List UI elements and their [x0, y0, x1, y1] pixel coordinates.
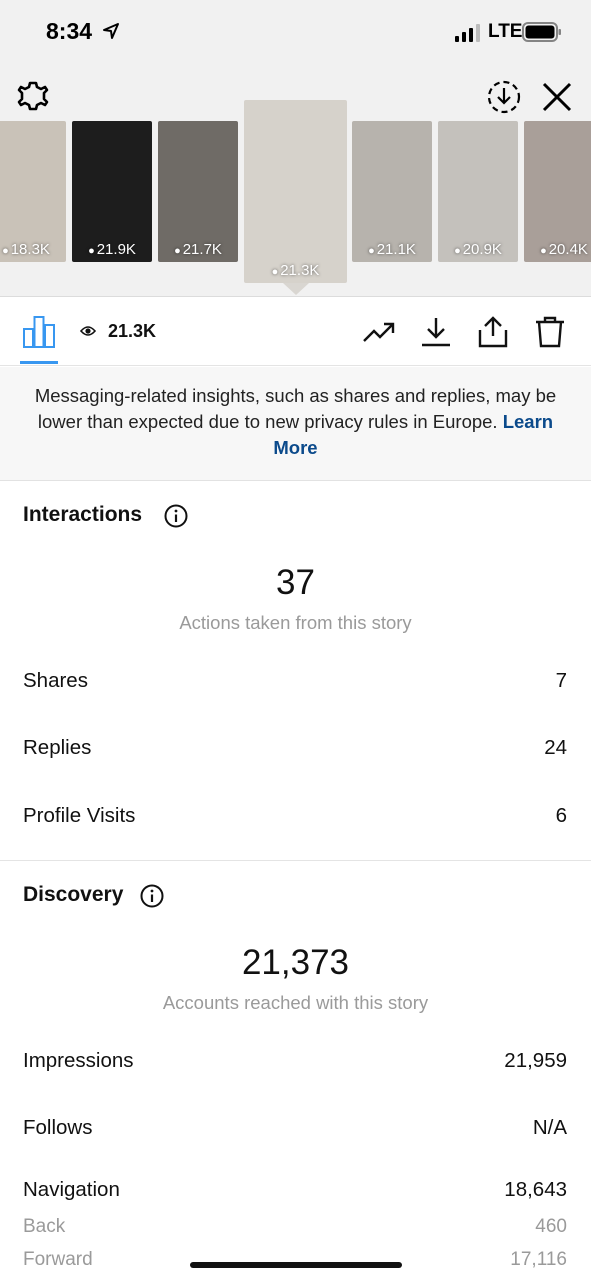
discovery-title: Discovery	[23, 883, 124, 906]
story-thumbnail-selected[interactable]: ● 21.3K	[244, 100, 347, 283]
story-views: 21.1K	[376, 241, 416, 258]
status-time: 8:34	[46, 18, 93, 44]
story-thumbnail[interactable]: ● 21.1K	[352, 121, 432, 262]
story-thumbnail[interactable]: ● 20.9K	[438, 121, 518, 262]
story-header-area: 8:34 LTE ● 18.3K ● 21.9K ● 21.7K ● 21.3K…	[0, 0, 591, 296]
metric-label-profile-visits: Profile Visits	[23, 804, 136, 827]
status-bar: 8:34 LTE	[0, 0, 591, 64]
accounts-reached-total: 21,373	[241, 943, 350, 982]
home-indicator[interactable]	[190, 1262, 402, 1268]
accounts-reached-caption: Accounts reached with this story	[162, 992, 429, 1013]
views-count: 21.3K	[108, 321, 157, 341]
story-toolbar: 21.3K	[0, 296, 591, 366]
network-type: LTE	[488, 21, 523, 42]
metric-value-navigation: 18,643	[504, 1178, 567, 1201]
interactions-total: 37	[276, 563, 315, 602]
story-views: 21.7K	[182, 241, 222, 258]
location-arrow-icon	[103, 23, 119, 39]
story-thumbnail[interactable]: ● 20.4K	[524, 121, 591, 262]
metric-value-back: 460	[535, 1216, 567, 1237]
info-icon[interactable]	[164, 504, 188, 528]
metric-label-back: Back	[23, 1216, 66, 1237]
story-thumbnail[interactable]: ● 21.9K	[72, 121, 152, 262]
eye-icon	[80, 326, 96, 336]
metric-label-shares: Shares	[23, 669, 88, 692]
story-views: 20.9K	[462, 241, 502, 258]
metric-value-replies: 24	[544, 736, 567, 759]
save-story-icon[interactable]	[485, 78, 523, 116]
section-divider	[0, 860, 591, 861]
metric-label-impressions: Impressions	[23, 1049, 134, 1072]
privacy-notice: Messaging-related insights, such as shar…	[0, 367, 591, 481]
active-tab-indicator	[20, 361, 58, 364]
story-thumbnail[interactable]: ● 21.7K	[158, 121, 238, 262]
close-icon[interactable]	[540, 80, 574, 114]
metric-label-follows: Follows	[23, 1116, 93, 1139]
interactions-title: Interactions	[23, 503, 143, 526]
trending-promote-icon[interactable]	[362, 315, 396, 349]
privacy-notice-text: Messaging-related insights, such as shar…	[34, 385, 557, 432]
metric-value-forward: 17,116	[510, 1249, 567, 1270]
metric-value-follows: N/A	[532, 1116, 567, 1139]
story-thumbnail[interactable]: ● 18.3K	[0, 121, 66, 262]
story-views: 18.3K	[10, 241, 50, 258]
battery-icon	[522, 22, 561, 42]
metric-label-forward: Forward	[23, 1249, 93, 1270]
metric-label-replies: Replies	[23, 736, 92, 759]
insights-bar-chart-icon[interactable]	[22, 315, 56, 349]
metric-label-navigation: Navigation	[23, 1178, 120, 1201]
settings-gear-icon[interactable]	[16, 79, 50, 113]
share-icon[interactable]	[476, 315, 510, 349]
story-views: 21.3K	[280, 262, 320, 279]
interactions-caption: Actions taken from this story	[179, 612, 412, 633]
selected-story-pointer	[283, 283, 309, 295]
info-icon[interactable]	[140, 884, 164, 908]
metric-value-profile-visits: 6	[555, 804, 567, 827]
story-views: 21.9K	[96, 241, 136, 258]
metric-value-shares: 7	[555, 669, 567, 692]
trash-icon[interactable]	[533, 315, 567, 349]
story-views: 20.4K	[548, 241, 588, 258]
cellular-signal-icon	[455, 24, 480, 42]
metric-value-impressions: 21,959	[504, 1049, 567, 1072]
download-icon[interactable]	[419, 315, 453, 349]
